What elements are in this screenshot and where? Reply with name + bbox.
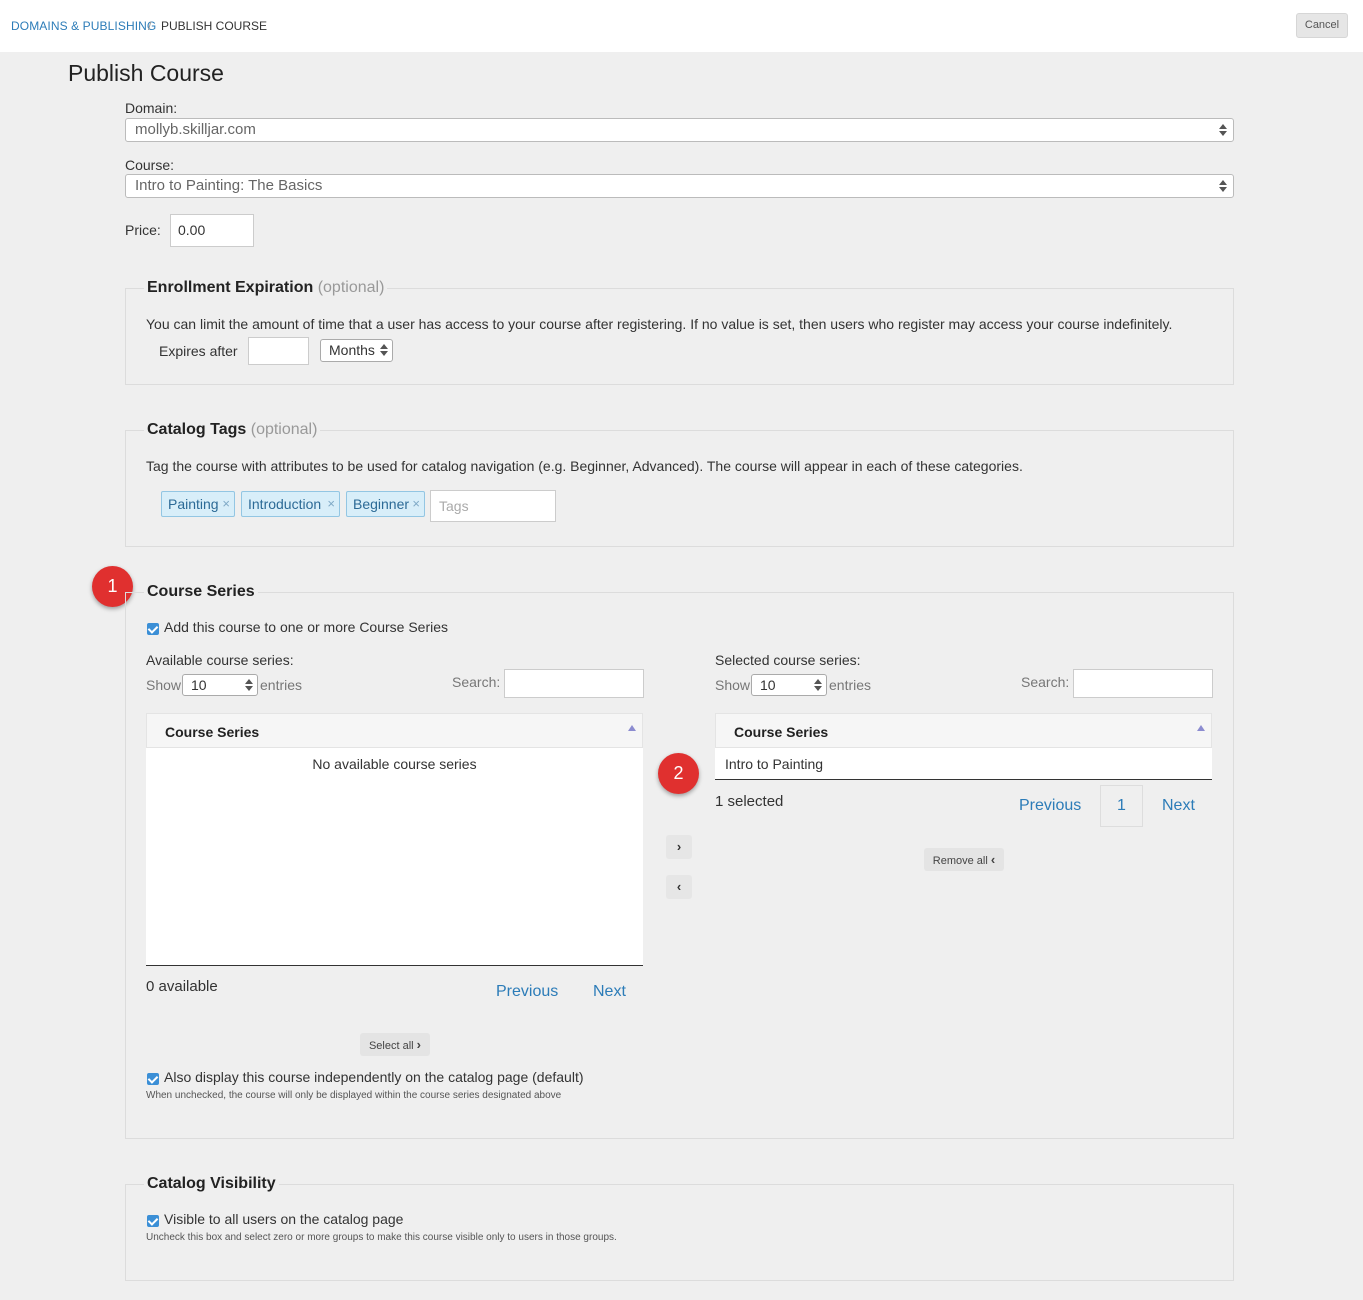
selected-column-header: Course Series (734, 724, 829, 740)
expiration-unit-value: Months (329, 342, 375, 358)
catalog-tags-optional-text: (optional) (250, 421, 318, 438)
chevron-left-icon: ‹ (990, 852, 996, 867)
updown-arrows-icon (814, 677, 822, 693)
available-previous-link[interactable]: Previous (496, 983, 558, 1001)
breadcrumb-current: PUBLISH COURSE (161, 19, 268, 33)
top-bar: DOMAINS & PUBLISHING / PUBLISH COURSE Ca… (0, 0, 1363, 52)
enrollment-expiration-section: Enrollment Expiration (optional) You can… (125, 277, 1234, 385)
tag-introduction: Introduction × (241, 491, 340, 517)
available-empty-message: No available course series (312, 756, 477, 772)
selected-entries-select[interactable]: 10 (751, 674, 827, 696)
available-next-link[interactable]: Next (593, 983, 626, 1001)
sort-ascending-icon[interactable] (628, 725, 636, 731)
catalog-visibility-title: Catalog Visibility (144, 1173, 279, 1195)
course-select[interactable]: Intro to Painting: The Basics (125, 174, 1234, 198)
callout-badge-2: 2 (658, 753, 699, 794)
available-search-label: Search: (452, 674, 501, 690)
domain-select-value: mollyb.skilljar.com (135, 121, 256, 138)
available-series-label: Available course series: (146, 652, 294, 668)
selected-entries-value: 10 (760, 677, 776, 693)
visible-to-all-label: Visible to all users on the catalog page (164, 1211, 404, 1227)
selected-search-input[interactable] (1073, 669, 1213, 698)
selected-show-label: Show (715, 677, 751, 693)
price-label: Price: (125, 222, 161, 238)
available-entries-value: 10 (191, 677, 207, 693)
display-independently-label: Also display this course independently o… (164, 1069, 584, 1085)
price-input[interactable]: 0.00 (170, 214, 254, 247)
updown-arrows-icon (245, 677, 253, 693)
select-all-button[interactable]: Select all › (360, 1033, 430, 1056)
tag-beginner: Beginner × (346, 491, 425, 517)
remove-all-label: Remove all (932, 855, 988, 867)
selected-count: 1 selected (715, 793, 784, 810)
breadcrumb-domains-publishing[interactable]: DOMAINS & PUBLISHING (11, 19, 156, 33)
catalog-tags-description: Tag the course with attributes to be use… (146, 458, 1023, 474)
chevron-left-icon: ‹ (676, 879, 682, 894)
sort-ascending-icon[interactable] (1197, 725, 1205, 731)
catalog-tags-title-text: Catalog Tags (147, 421, 247, 438)
enrollment-optional-text: (optional) (317, 279, 385, 296)
course-label: Course: (125, 157, 175, 173)
domain-label: Domain: (125, 100, 178, 116)
available-show-label: Show (146, 677, 182, 693)
course-select-value: Intro to Painting: The Basics (135, 177, 323, 194)
tag-remove-icon[interactable]: × (327, 492, 335, 516)
available-column-header: Course Series (165, 724, 260, 740)
available-count: 0 available (146, 978, 218, 995)
cancel-button[interactable]: Cancel (1296, 13, 1348, 38)
expires-after-input[interactable] (248, 337, 309, 365)
chevron-right-icon: › (416, 1037, 422, 1052)
available-series-table: Course Series No available course series (146, 713, 643, 966)
selected-table-header[interactable]: Course Series (715, 713, 1212, 748)
tag-painting: Painting × (161, 491, 235, 517)
visible-to-all-note: Uncheck this box and select zero or more… (146, 1232, 617, 1243)
catalog-visibility-section: Catalog Visibility Visible to all users … (125, 1173, 1234, 1281)
tag-remove-icon[interactable]: × (412, 492, 420, 516)
selected-series-row[interactable]: Intro to Painting (725, 756, 823, 772)
display-independently-note: When unchecked, the course will only be … (146, 1090, 562, 1101)
course-series-title: Course Series (144, 581, 258, 603)
enrollment-expiration-title: Enrollment Expiration (optional) (144, 277, 388, 299)
expiration-unit-select[interactable]: Months (320, 339, 393, 362)
tag-label: Beginner (353, 496, 410, 512)
add-to-series-label: Add this course to one or more Course Se… (164, 619, 449, 635)
enrollment-description: You can limit the amount of time that a … (146, 316, 1173, 332)
available-entries-select[interactable]: 10 (182, 674, 258, 696)
domain-select[interactable]: mollyb.skilljar.com (125, 118, 1234, 142)
page-title: Publish Course (68, 60, 224, 86)
tags-input[interactable]: Tags (430, 490, 556, 522)
visible-to-all-checkbox[interactable] (147, 1215, 159, 1227)
course-series-section: Course Series Add this course to one or … (125, 581, 1234, 1139)
selected-entries-label: entries (829, 677, 872, 693)
selected-next-link[interactable]: Next (1162, 797, 1195, 815)
remove-all-button[interactable]: Remove all ‹ (924, 848, 1004, 871)
tag-remove-icon[interactable]: × (222, 492, 230, 516)
move-right-button[interactable]: › (666, 835, 692, 859)
expires-after-label: Expires after (159, 343, 238, 359)
updown-arrows-icon (1219, 178, 1227, 194)
enrollment-title-text: Enrollment Expiration (147, 279, 314, 296)
move-left-button[interactable]: ‹ (666, 875, 692, 899)
selected-series-label: Selected course series: (715, 652, 861, 668)
chevron-right-icon: › (676, 839, 682, 854)
updown-arrows-icon (380, 342, 388, 358)
available-entries-label: entries (260, 677, 303, 693)
add-to-series-checkbox[interactable] (147, 623, 159, 635)
available-search-input[interactable] (504, 669, 644, 698)
updown-arrows-icon (1219, 122, 1227, 138)
tag-label: Introduction (248, 496, 322, 512)
selected-page-1[interactable]: 1 (1100, 785, 1143, 827)
selected-search-label: Search: (1021, 674, 1070, 690)
select-all-label: Select all (368, 1040, 414, 1052)
breadcrumb-separator: / (148, 19, 152, 33)
display-independently-checkbox[interactable] (147, 1073, 159, 1085)
selected-series-table: Course Series Intro to Painting (715, 713, 1212, 780)
catalog-tags-title: Catalog Tags (optional) (144, 419, 321, 441)
available-table-header[interactable]: Course Series (146, 713, 643, 748)
catalog-tags-section: Catalog Tags (optional) Tag the course w… (125, 419, 1234, 547)
selected-previous-link[interactable]: Previous (1019, 797, 1081, 815)
tag-label: Painting (168, 496, 219, 512)
